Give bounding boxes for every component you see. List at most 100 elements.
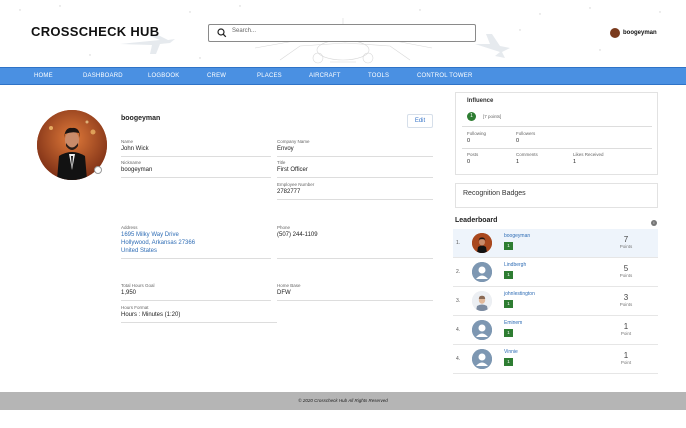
leaderboard-rank: 4.: [456, 327, 461, 333]
nav-logbook[interactable]: LOGBOOK: [148, 73, 179, 79]
leaderboard-row[interactable]: 4. Vinnie 1 1 Point: [453, 345, 658, 374]
nickname-value: boogeyman: [121, 167, 153, 173]
recognition-badges-title: Recognition Badges: [463, 190, 526, 197]
leaderboard-points-label: Points: [619, 244, 633, 249]
camera-icon[interactable]: [94, 166, 102, 174]
employee-number-label: Employee Number: [277, 182, 315, 187]
leaderboard-username[interactable]: johnlestington: [504, 291, 535, 297]
influence-title: Influence: [467, 98, 494, 104]
leaderboard-username[interactable]: Eminem: [504, 320, 522, 326]
divider: [277, 258, 433, 259]
nickname-label: Nickname: [121, 160, 142, 165]
divider: [121, 156, 271, 157]
divider: [121, 300, 271, 301]
leaderboard-points: 5: [623, 264, 629, 273]
influence-points: [7 points]: [483, 114, 502, 119]
leaderboard-rank: 4.: [456, 356, 461, 362]
address-line-1[interactable]: 1695 Milky Way Drive: [121, 232, 179, 238]
title-value: First Officer: [277, 167, 308, 173]
leaderboard-rank: 2.: [456, 269, 461, 275]
main-nav: HOME DASHBOARD LOGBOOK CREW PLACES AIRCR…: [0, 67, 686, 85]
leaderboard-level-badge: 1: [504, 271, 513, 279]
search-box[interactable]: Search...: [208, 24, 476, 42]
leaderboard-points-label: Points: [619, 302, 633, 307]
hours-format-value: Hours : Minutes (1:20): [121, 312, 181, 318]
nav-places[interactable]: PLACES: [257, 73, 282, 79]
likes-count: 1: [573, 159, 577, 165]
nav-control-tower[interactable]: CONTROL TOWER: [417, 73, 473, 79]
search-input[interactable]: Search...: [232, 28, 256, 34]
user-avatar: [610, 28, 620, 38]
leaderboard-level-badge: 1: [504, 329, 513, 337]
leaderboard-avatar: [472, 262, 492, 282]
divider: [277, 199, 433, 200]
leaderboard-row[interactable]: 2. Lindbergh 1 5 Points: [453, 258, 658, 287]
nav-crew[interactable]: CREW: [207, 73, 226, 79]
leaderboard-points-label: Point: [620, 331, 632, 336]
home-base-value: DFW: [277, 290, 291, 296]
leaderboard-points-label: Point: [620, 360, 632, 365]
leaderboard-level-badge: 1: [504, 358, 513, 366]
followers-count[interactable]: 0: [516, 138, 519, 144]
phone-value: (507) 244-1109: [277, 232, 318, 238]
name-label: Name: [121, 139, 134, 144]
comments-count: 1: [516, 159, 520, 165]
phone-label: Phone: [277, 225, 291, 230]
divider: [462, 126, 652, 127]
leaderboard-avatar: [472, 291, 492, 311]
avatar-photo: [472, 233, 492, 253]
leaderboard-rank: 3.: [456, 298, 461, 304]
divider: [277, 156, 433, 157]
leaderboard-username[interactable]: Vinnie: [504, 349, 518, 355]
leaderboard-row[interactable]: 1. boogeyman 1 7 Points: [453, 229, 658, 258]
header-user-menu[interactable]: boogeyman: [610, 28, 657, 38]
nav-dashboard[interactable]: DASHBOARD: [83, 73, 123, 79]
employee-number-value: 2782777: [277, 189, 301, 195]
following-label: Following: [467, 131, 487, 136]
leaderboard-points-label: Points: [619, 273, 633, 278]
followers-label: Followers: [516, 131, 536, 136]
leaderboard-points: 7: [623, 235, 629, 244]
default-user-icon: [472, 320, 492, 340]
posts-label: Posts: [467, 152, 479, 157]
nav-home[interactable]: HOME: [34, 73, 53, 79]
divider: [277, 300, 433, 301]
leaderboard-row[interactable]: 3. johnlestington 1 3 Points: [453, 287, 658, 316]
edit-button[interactable]: Edit: [407, 114, 433, 128]
avatar-photo: [472, 291, 492, 311]
leaderboard-level-badge: 1: [504, 242, 513, 250]
info-icon[interactable]: i: [651, 220, 657, 226]
posts-count: 0: [467, 159, 471, 165]
divider: [277, 177, 433, 178]
leaderboard-avatar: [472, 320, 492, 340]
leaderboard-row[interactable]: 4. Eminem 1 1 Point: [453, 316, 658, 345]
profile-username: boogeyman: [121, 115, 161, 122]
leaderboard-avatar: [472, 349, 492, 369]
site-header: CROSSCHECK HUB Search... boogeyman: [0, 0, 686, 67]
address-line-2[interactable]: Hollywood, Arkansas 27366: [121, 240, 195, 246]
app-logo[interactable]: CROSSCHECK HUB: [31, 24, 159, 39]
company-label: Company Name: [277, 139, 310, 144]
nav-aircraft[interactable]: AIRCRAFT: [309, 73, 341, 79]
leaderboard-points: 3: [623, 293, 629, 302]
divider: [121, 258, 271, 259]
name-value: John Wick: [121, 146, 149, 152]
leaderboard-rank: 1.: [456, 240, 461, 246]
search-icon: [217, 28, 227, 38]
site-footer: © 2020 Crosscheck Hub All Rights Reserve…: [0, 392, 686, 410]
leaderboard-title: Leaderboard: [455, 217, 498, 224]
hours-goal-label: Total Hours Goal: [121, 283, 155, 288]
likes-label: Likes Received: [573, 152, 604, 157]
leaderboard-username[interactable]: boogeyman: [504, 233, 530, 239]
leaderboard-points: 1: [623, 351, 629, 360]
hours-format-label: Hours Format: [121, 305, 149, 310]
leaderboard-avatar: [472, 233, 492, 253]
divider: [121, 177, 271, 178]
home-base-label: Home Base: [277, 283, 301, 288]
address-line-3[interactable]: United States: [121, 248, 157, 254]
leaderboard-username[interactable]: Lindbergh: [504, 262, 526, 268]
following-count[interactable]: 0: [467, 138, 470, 144]
page: { "app": {"logo": "CROSSCHECK HUB"}, "se…: [0, 0, 686, 428]
divider: [121, 322, 277, 323]
nav-tools[interactable]: TOOLS: [368, 73, 389, 79]
